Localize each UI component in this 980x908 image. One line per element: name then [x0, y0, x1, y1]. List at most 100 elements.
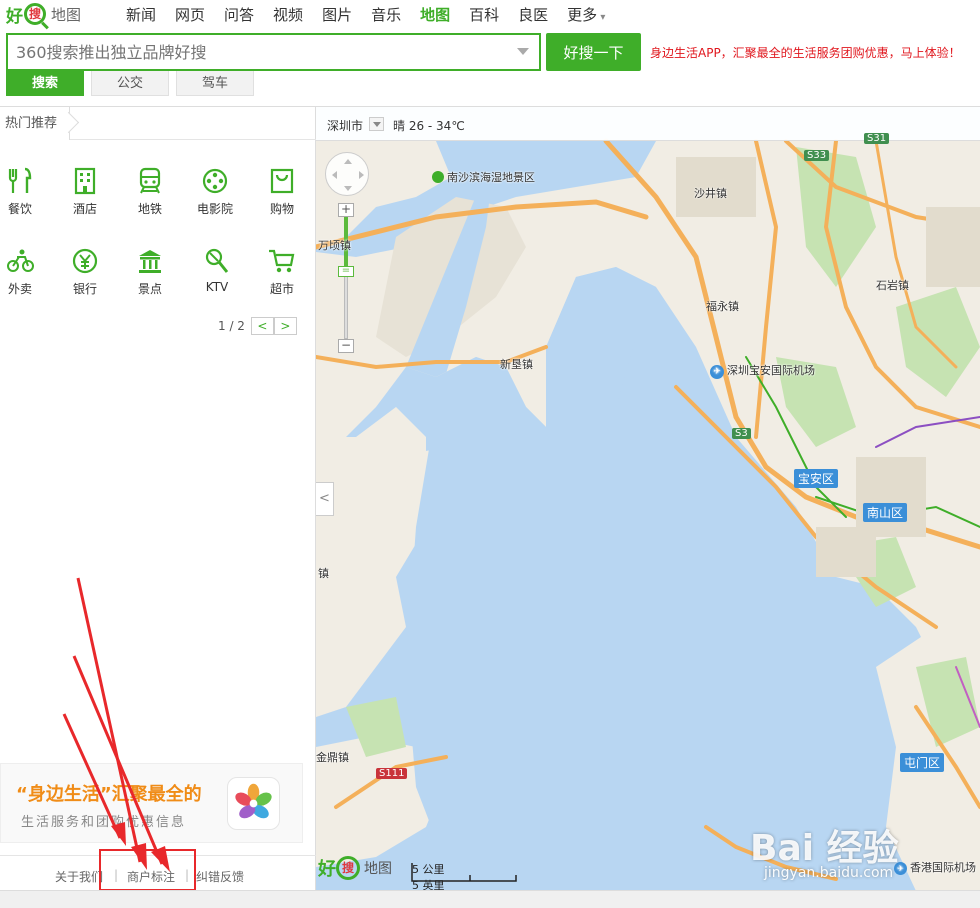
map-label-text: 香港国际机场 — [910, 861, 976, 874]
road-shield-s33: S33 — [804, 150, 830, 161]
district-nanshan[interactable]: 南山区 — [863, 503, 908, 522]
bank-yuan-icon — [72, 248, 98, 274]
delivery-bike-icon — [7, 249, 34, 272]
watermark-url: jingyan.baidu.com — [764, 865, 894, 881]
zoom-out-button[interactable]: − — [338, 339, 354, 353]
nav-video[interactable]: 视频 — [273, 4, 303, 25]
category-scenic[interactable]: 景点 — [130, 247, 170, 297]
nav-qa[interactable]: 问答 — [224, 4, 254, 25]
logo-sou: 搜 — [336, 856, 360, 880]
banner-headline: “身边生活”汇聚最全的 — [16, 784, 202, 805]
category-supermarket[interactable]: 超市 — [262, 247, 302, 297]
zoom-slider-handle[interactable]: = — [338, 266, 354, 277]
cinema-icon — [202, 168, 228, 194]
map-label-jinding[interactable]: 金鼎镇 — [316, 749, 349, 765]
nav-news[interactable]: 新闻 — [126, 4, 156, 25]
category-label: 外卖 — [7, 282, 32, 296]
category-label: 酒店 — [72, 202, 97, 216]
search-button[interactable]: 好搜一下 — [546, 33, 641, 71]
pan-arrows-icon — [332, 159, 364, 191]
feedback-link[interactable]: 纠错反馈 — [196, 868, 244, 885]
category-ktv[interactable]: KTV — [197, 247, 237, 294]
nav-liangyi[interactable]: 良医 — [518, 4, 548, 25]
zoom-in-button[interactable]: + — [338, 203, 354, 217]
tab-drive[interactable]: 驾车 — [176, 71, 254, 96]
subway-icon — [139, 167, 161, 194]
promo-link[interactable]: 身边生活APP，汇聚最全的生活服务团购优惠，马上体验！ — [650, 44, 961, 61]
map-label-wetland[interactable]: 南沙滨海湿地景区 — [432, 169, 535, 185]
category-bank[interactable]: 银行 — [65, 247, 105, 297]
map-scale: 5 公里 5 英里 — [411, 861, 517, 890]
category-label: 购物 — [269, 202, 294, 216]
map-label-hk-airport[interactable]: ✈ 香港国际机场 — [894, 859, 976, 875]
city-dropdown-icon[interactable] — [369, 117, 384, 131]
nav-more[interactable]: 更多 — [567, 4, 605, 25]
city-name[interactable]: 深圳市 — [327, 117, 363, 134]
map-label-wanqing[interactable]: 万顷镇 — [318, 237, 351, 253]
hotel-icon — [74, 167, 96, 195]
shopping-cart-icon — [269, 249, 295, 273]
category-label: 超市 — [269, 282, 294, 296]
life-app-banner[interactable]: “身边生活”汇聚最全的 生活服务和团购优惠信息 — [0, 763, 303, 843]
map-label-text: 南沙滨海湿地景区 — [447, 171, 535, 184]
search-input[interactable] — [8, 35, 508, 69]
nav-links: 新闻 网页 问答 视频 图片 音乐 地图 百科 良医 更多 — [126, 4, 624, 25]
about-link[interactable]: 关于我们 — [55, 868, 103, 885]
category-subway[interactable]: 地铁 — [130, 167, 170, 217]
map-label-xinken[interactable]: 新垦镇 — [500, 356, 533, 372]
logo-hao: 好 — [318, 859, 336, 880]
shopping-bag-icon — [270, 168, 294, 194]
collapse-panel-button[interactable]: < — [316, 482, 334, 516]
nav-images[interactable]: 图片 — [322, 4, 352, 25]
search-dropdown-icon[interactable] — [517, 48, 529, 55]
category-label: KTV — [205, 280, 229, 294]
category-label: 餐饮 — [7, 202, 32, 216]
weather-info: 晴 26 - 34℃ — [393, 119, 465, 133]
map-label-airport[interactable]: ✈ 深圳宝安国际机场 — [710, 362, 815, 379]
category-pager: 1 / 2 < > — [218, 317, 297, 335]
district-tuenmun[interactable]: 屯门区 — [900, 753, 945, 772]
category-restaurant[interactable]: 餐饮 — [0, 167, 40, 217]
category-hotel[interactable]: 酒店 — [65, 167, 105, 217]
scale-bar — [411, 863, 517, 882]
pan-control[interactable] — [325, 152, 369, 196]
category-label: 银行 — [72, 282, 97, 296]
nav-music[interactable]: 音乐 — [371, 4, 401, 25]
district-baoan[interactable]: 宝安区 — [794, 469, 839, 488]
app-root: 好 搜 地图 新闻 网页 问答 视频 图片 音乐 地图 百科 良医 更多 好搜一… — [0, 0, 980, 908]
landmark-icon — [139, 250, 161, 273]
category-label: 景点 — [137, 282, 162, 296]
top-nav: 好 搜 地图 新闻 网页 问答 视频 图片 音乐 地图 百科 良医 更多 — [0, 0, 980, 30]
tab-search[interactable]: 搜索 — [6, 71, 84, 96]
logo-ditu: 地图 — [51, 5, 82, 24]
haosou-logo[interactable]: 好 搜 地图 — [6, 2, 82, 27]
category-label: 电影院 — [196, 202, 233, 216]
map-canvas[interactable]: 深圳市 晴 26 - 34℃ + = − < 南沙滨海湿地景区 万顷镇 沙井镇 … — [316, 106, 980, 890]
nav-baike[interactable]: 百科 — [469, 4, 499, 25]
pager-next-button[interactable]: > — [273, 317, 297, 335]
road-shield-s111: S111 — [376, 768, 408, 779]
nav-web[interactable]: 网页 — [175, 4, 205, 25]
map-label-shajing[interactable]: 沙井镇 — [694, 185, 727, 201]
nav-map[interactable]: 地图 — [420, 4, 450, 25]
pager-prev-button[interactable]: < — [250, 317, 274, 335]
highlight-box — [99, 849, 196, 891]
baidu-jingyan-watermark: Bai 经验 — [750, 828, 899, 869]
category-delivery[interactable]: 外卖 — [0, 247, 40, 297]
category-shopping[interactable]: 购物 — [262, 167, 302, 217]
map-label-fuyong[interactable]: 福永镇 — [706, 298, 739, 314]
bottom-bar — [0, 890, 980, 908]
category-label: 地铁 — [137, 202, 162, 216]
road-shield-s3: S3 — [732, 428, 751, 439]
hot-recommend-tab[interactable]: 热门推荐 — [0, 107, 71, 140]
tab-bus[interactable]: 公交 — [91, 71, 169, 96]
map-basemap — [316, 138, 980, 890]
logo-hao: 好 — [6, 6, 23, 27]
category-cinema[interactable]: 电影院 — [195, 167, 235, 217]
logo-ditu: 地图 — [364, 861, 392, 877]
left-panel: 热门推荐 餐饮 酒店 地铁 电影院 购物 外卖 银行 景点 KTV 超市 1 /… — [0, 106, 316, 891]
map-label-shiyan[interactable]: 石岩镇 — [876, 277, 909, 293]
microphone-icon — [205, 248, 229, 273]
map-label-zhen[interactable]: 镇 — [318, 565, 329, 581]
airport-icon: ✈ — [710, 365, 724, 379]
